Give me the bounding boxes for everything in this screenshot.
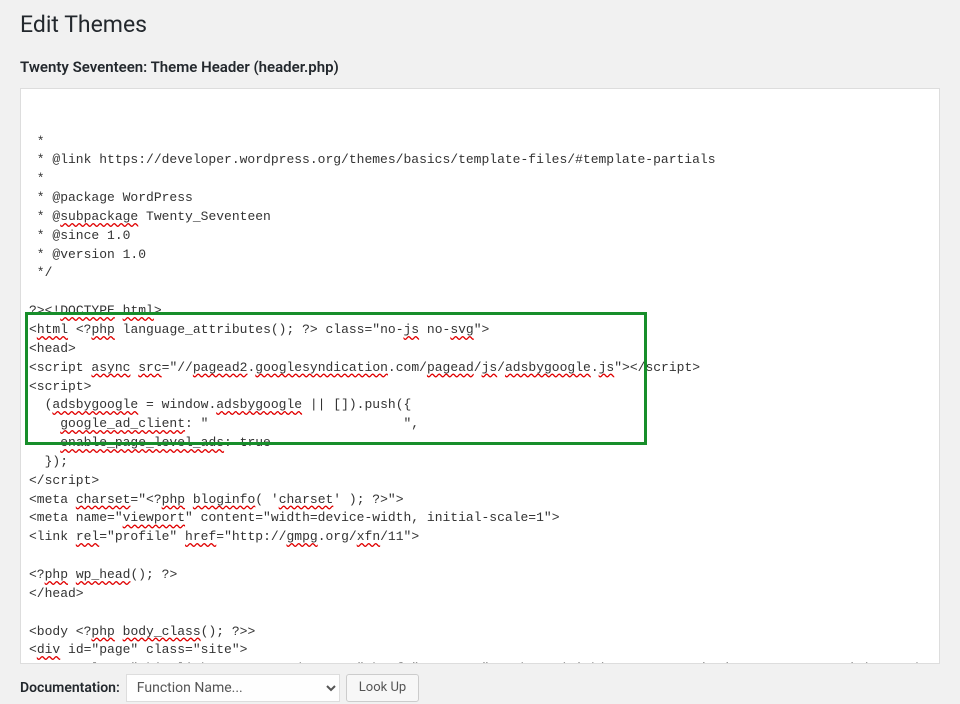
code-line: <body <?php body_class(); ?>> — [29, 623, 931, 642]
code-line: <script async src="//pagead2.googlesyndi… — [29, 359, 931, 378]
code-line: <?php wp_head(); ?> — [29, 566, 931, 585]
code-line: <meta name="viewport" content="width=dev… — [29, 509, 931, 528]
code-line: * @since 1.0 — [29, 227, 931, 246]
code-line: <head> — [29, 340, 931, 359]
code-line — [29, 547, 931, 566]
code-line: <html <?php language_attributes(); ?> cl… — [29, 321, 931, 340]
code-line: <script> — [29, 378, 931, 397]
code-line: </head> — [29, 585, 931, 604]
code-line: * @package WordPress — [29, 189, 931, 208]
code-line: }); — [29, 453, 931, 472]
code-line: <div id="page" class="site"> — [29, 641, 931, 660]
code-line: google_ad_client: " ", — [29, 415, 931, 434]
code-line: </script> — [29, 472, 931, 491]
code-editor[interactable]: * * @link https://developer.wordpress.or… — [20, 88, 940, 664]
look-up-button[interactable]: Look Up — [346, 674, 419, 702]
code-line: <meta charset="<?php bloginfo( 'charset'… — [29, 491, 931, 510]
code-line: * — [29, 170, 931, 189]
documentation-row: Documentation: Function Name... Look Up — [20, 674, 940, 702]
code-line: * @version 1.0 — [29, 246, 931, 265]
code-line — [29, 604, 931, 623]
file-title: Twenty Seventeen: Theme Header (header.p… — [20, 58, 940, 76]
code-line — [29, 283, 931, 302]
code-line: */ — [29, 264, 931, 283]
page-title: Edit Themes — [20, 10, 940, 40]
code-line: <a class="skip-link screen-reader-text" … — [29, 660, 931, 664]
documentation-label: Documentation: — [20, 680, 120, 696]
code-line: (adsbygoogle = window.adsbygoogle || [])… — [29, 396, 931, 415]
code-line: * — [29, 133, 931, 152]
function-name-select[interactable]: Function Name... — [126, 674, 340, 702]
code-line: enable_page_level_ads: true — [29, 434, 931, 453]
code-line: * @link https://developer.wordpress.org/… — [29, 151, 931, 170]
code-line: <link rel="profile" href="http://gmpg.or… — [29, 528, 931, 547]
code-line: * @subpackage Twenty_Seventeen — [29, 208, 931, 227]
code-line: ?><!DOCTYPE html> — [29, 302, 931, 321]
